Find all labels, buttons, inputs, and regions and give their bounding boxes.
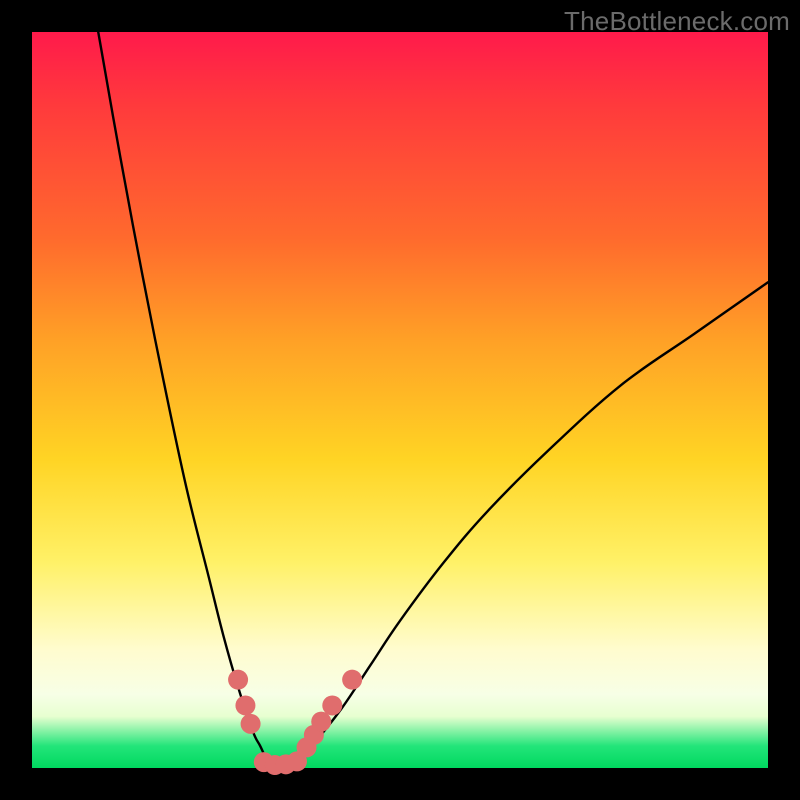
watermark-text: TheBottleneck.com [564,6,790,37]
right-marker-3 [311,712,331,732]
right-marker-5 [342,670,362,690]
chart-svg [32,32,768,768]
left-marker-2 [235,695,255,715]
chart-frame: TheBottleneck.com [0,0,800,800]
bottleneck-curve [98,32,768,769]
left-marker-3 [241,714,261,734]
curve-markers [228,670,362,775]
plot-area [32,32,768,768]
left-marker-1 [228,670,248,690]
right-marker-4 [322,695,342,715]
